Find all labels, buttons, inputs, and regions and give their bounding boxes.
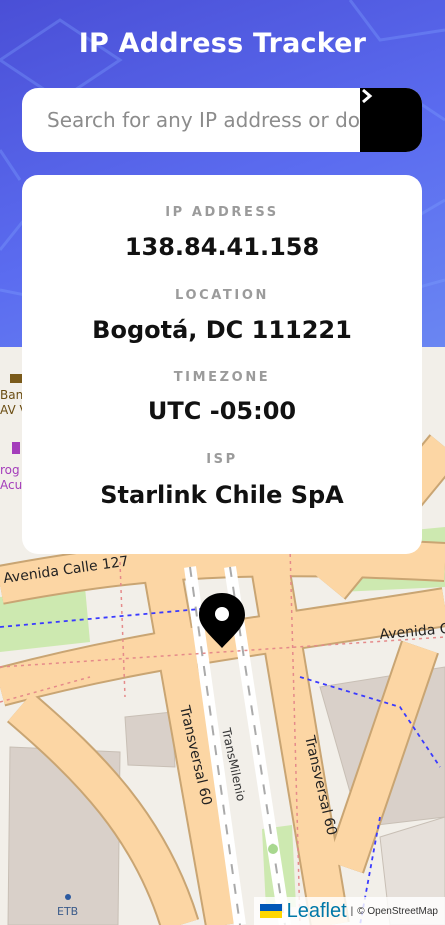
search-button[interactable] [360, 88, 422, 152]
poi-label: Ban [0, 388, 23, 402]
isp-value: Starlink Chile SpA [100, 481, 344, 509]
poi-label: Acu [0, 478, 22, 492]
bank-icon [10, 374, 22, 383]
map-attribution: Leaflet | © OpenStreetMap [253, 897, 445, 925]
location-value: Bogotá, DC 111221 [92, 316, 352, 344]
page-title: IP Address Tracker [78, 28, 367, 59]
poi-label: ETB [57, 905, 78, 918]
poi-dot [65, 894, 71, 900]
search-input[interactable] [22, 88, 360, 152]
isp-label: ISP [206, 452, 238, 467]
leaflet-link[interactable]: Leaflet [287, 900, 347, 923]
ukraine-flag-icon [259, 904, 282, 918]
poi-label: rog [0, 463, 20, 477]
osm-link[interactable]: © OpenStreetMap [357, 906, 438, 917]
building [124, 711, 176, 768]
ip-address-value: 138.84.41.158 [124, 233, 320, 261]
ip-info-card: IP ADDRESS 138.84.41.158 LOCATION Bogotá… [22, 175, 422, 554]
ip-address-label: IP ADDRESS [165, 205, 279, 220]
location-label: LOCATION [175, 288, 269, 303]
poi-dot [268, 844, 278, 854]
timezone-value: UTC -05:00 [147, 397, 297, 425]
search-bar [22, 88, 422, 152]
timezone-label: TIMEZONE [173, 370, 271, 385]
chevron-right-icon [362, 88, 373, 104]
pharmacy-icon [12, 442, 20, 454]
attribution-separator: | [350, 905, 354, 917]
